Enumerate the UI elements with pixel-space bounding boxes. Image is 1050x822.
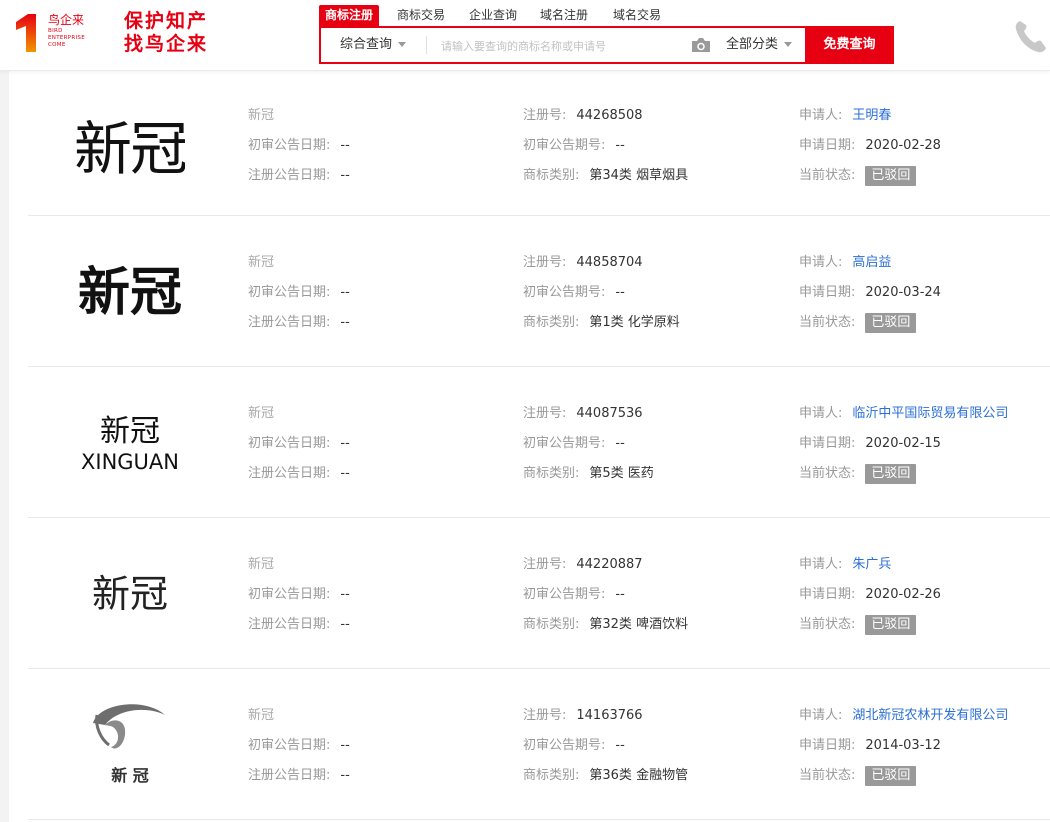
result-row[interactable]: 新冠 新冠 初审公告日期: -- 注册公告日期: -- 注册号: 44220887 初… (28, 518, 1050, 669)
left-scroll-gutter (0, 70, 9, 822)
status-badge: 已驳回 (865, 464, 917, 484)
result-row[interactable]: 新冠 XINGUAN 新冠 初审公告日期: -- 注册公告日期: -- 注册号: 44… (28, 367, 1050, 518)
current-status: 当前状态: 已驳回 (799, 166, 917, 186)
prelim-date: 初审公告日期: -- (248, 138, 350, 153)
prelim-date: 初审公告日期: -- (248, 436, 350, 451)
reg-announce-date: 注册公告日期: -- (248, 315, 350, 330)
reg-number: 注册号: 44268508 (523, 108, 643, 123)
tab-domain-register[interactable]: 域名注册 (540, 5, 588, 26)
search-button[interactable]: 免费查询 (805, 26, 894, 64)
trademark-name: 新冠 (248, 108, 275, 123)
prelim-number: 初审公告期号: -- (523, 138, 625, 153)
reg-number: 注册号: 44220887 (523, 557, 643, 572)
reg-number: 注册号: 44087536 (523, 406, 643, 421)
reg-announce-date: 注册公告日期: -- (248, 168, 350, 183)
svg-text:新冠: 新冠 (78, 262, 182, 323)
current-status: 当前状态: 已驳回 (799, 464, 917, 484)
reg-announce-date: 注册公告日期: -- (248, 768, 350, 783)
trademark-image[interactable]: 新冠 (56, 230, 204, 350)
trademark-class: 商标类别: 第36类 金融物管 (523, 768, 689, 783)
applicant: 申请人: 朱广兵 (799, 557, 892, 572)
applicant: 申请人: 湖北新冠农林开发有限公司 (799, 708, 1009, 723)
result-row[interactable]: 新 冠 新冠 初审公告日期: -- 注册公告日期: -- 注册号: 14163766 … (28, 669, 1050, 820)
trademark-name: 新冠 (248, 255, 275, 270)
trademark-image[interactable]: 新冠 XINGUAN (56, 381, 204, 501)
svg-text:新冠: 新冠 (75, 115, 185, 183)
logo-name: 鸟企来 (48, 13, 85, 27)
result-row[interactable]: 新冠 新冠 初审公告日期: -- 注册公告日期: -- 注册号: 44268508 初… (28, 70, 1050, 216)
prelim-date: 初审公告日期: -- (248, 285, 350, 300)
svg-text:新冠: 新冠 (92, 572, 168, 616)
trademark-name: 新冠 (248, 557, 275, 572)
category-select[interactable]: 全部分类 (726, 28, 793, 62)
svg-text:XINGUAN: XINGUAN (81, 450, 179, 474)
trademark-image[interactable]: 新 冠 (56, 683, 204, 803)
chevron-down-icon (398, 42, 407, 47)
applicant-link[interactable]: 朱广兵 (852, 557, 891, 572)
chevron-down-icon (784, 42, 793, 47)
current-status: 当前状态: 已驳回 (799, 615, 917, 635)
prelim-number: 初审公告期号: -- (523, 436, 625, 451)
search-input[interactable] (439, 34, 683, 58)
current-status: 当前状态: 已驳回 (799, 766, 917, 786)
apply-date: 申请日期: 2020-02-26 (799, 587, 941, 602)
trademark-image[interactable]: 新冠 (56, 84, 204, 204)
camera-icon[interactable] (691, 37, 711, 53)
applicant-link[interactable]: 高启益 (852, 255, 891, 270)
applicant: 申请人: 临沂中平国际贸易有限公司 (799, 406, 1009, 421)
trademark-logo: 新冠 (75, 115, 185, 183)
svg-text:新冠: 新冠 (100, 414, 160, 449)
logo-english: BIRD ENTERPRISE COME (48, 28, 85, 48)
status-badge: 已驳回 (865, 615, 917, 635)
reg-announce-date: 注册公告日期: -- (248, 466, 350, 481)
search-mode-select[interactable]: 综合查询 (340, 28, 407, 62)
status-badge: 已驳回 (865, 313, 917, 333)
tab-company-search[interactable]: 企业查询 (469, 5, 517, 26)
prelim-number: 初审公告期号: -- (523, 738, 625, 753)
reg-number: 注册号: 44858704 (523, 255, 643, 270)
status-badge: 已驳回 (865, 166, 917, 186)
applicant-link[interactable]: 王明春 (852, 108, 891, 123)
trademark-logo: 新冠 XINGUAN (81, 414, 179, 474)
tab-trademark-register[interactable]: 商标注册 (319, 5, 380, 26)
applicant: 申请人: 王明春 (799, 108, 892, 123)
prelim-number: 初审公告期号: -- (523, 587, 625, 602)
results-list: 新冠 新冠 初审公告日期: -- 注册公告日期: -- 注册号: 44268508 初… (28, 70, 1050, 820)
trademark-class: 商标类别: 第5类 医药 (523, 466, 654, 481)
applicant-link[interactable]: 湖北新冠农林开发有限公司 (852, 708, 1008, 723)
reg-number: 注册号: 14163766 (523, 708, 643, 723)
slogan: 保护知产 找鸟企来 (124, 10, 209, 55)
current-status: 当前状态: 已驳回 (799, 313, 917, 333)
divider (426, 36, 427, 54)
result-row[interactable]: 新冠 新冠 初审公告日期: -- 注册公告日期: -- 注册号: 44858704 初… (28, 216, 1050, 367)
trademark-class: 商标类别: 第34类 烟草烟具 (523, 168, 689, 183)
apply-date: 申请日期: 2014-03-12 (799, 738, 941, 753)
bird-logo-icon[interactable] (14, 12, 38, 54)
trademark-image[interactable]: 新冠 (56, 532, 204, 652)
trademark-class: 商标类别: 第1类 化学原料 (523, 315, 680, 330)
apply-date: 申请日期: 2020-03-24 (799, 285, 941, 300)
applicant: 申请人: 高启益 (799, 255, 892, 270)
apply-date: 申请日期: 2020-02-15 (799, 436, 941, 451)
prelim-date: 初审公告日期: -- (248, 738, 350, 753)
trademark-logo: 新冠 (78, 262, 182, 323)
trademark-logo: 新 冠 (93, 704, 165, 785)
trademark-name: 新冠 (248, 406, 275, 421)
phone-icon[interactable] (1014, 18, 1048, 54)
tab-domain-trade[interactable]: 域名交易 (613, 5, 661, 26)
prelim-number: 初审公告期号: -- (523, 285, 625, 300)
status-badge: 已驳回 (865, 766, 917, 786)
svg-text:新 冠: 新 冠 (111, 766, 149, 785)
top-header: 鸟企来 BIRD ENTERPRISE COME 保护知产 找鸟企来 商标注册 … (0, 0, 1050, 71)
search-bar: 综合查询 全部分类 免费查询 (319, 26, 894, 64)
tab-trademark-trade[interactable]: 商标交易 (397, 5, 445, 26)
trademark-class: 商标类别: 第32类 啤酒饮料 (523, 617, 689, 632)
reg-announce-date: 注册公告日期: -- (248, 617, 350, 632)
trademark-name: 新冠 (248, 708, 275, 723)
apply-date: 申请日期: 2020-02-28 (799, 138, 941, 153)
trademark-logo: 新冠 (92, 572, 168, 616)
applicant-link[interactable]: 临沂中平国际贸易有限公司 (852, 406, 1008, 421)
prelim-date: 初审公告日期: -- (248, 587, 350, 602)
